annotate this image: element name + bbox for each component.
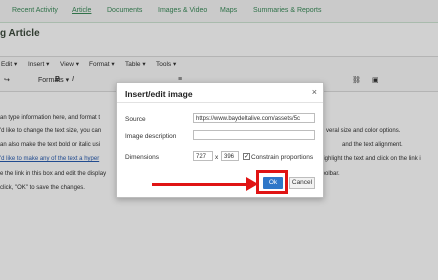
description-label: Image description xyxy=(125,133,177,140)
insert-image-dialog: Insert/edit image × Source https://www.b… xyxy=(116,82,324,198)
description-input[interactable] xyxy=(193,130,315,140)
height-input[interactable]: 396 xyxy=(221,151,239,161)
dialog-title: Insert/edit image xyxy=(125,89,193,99)
dimension-separator: x xyxy=(215,154,219,161)
source-label: Source xyxy=(125,116,146,123)
constrain-checkbox[interactable]: ✓ xyxy=(243,153,250,160)
cancel-button[interactable]: Cancel xyxy=(289,177,315,189)
dialog-divider xyxy=(117,102,323,103)
width-input[interactable]: 727 xyxy=(193,151,213,161)
ok-highlight-box xyxy=(256,170,288,194)
arrow-head-icon xyxy=(246,177,258,191)
source-input[interactable]: https://www.baydeltalive.com/assets/5c xyxy=(193,113,315,123)
constrain-label: Constrain proportions xyxy=(251,154,314,161)
dimensions-label: Dimensions xyxy=(125,154,159,161)
annotation-arrow xyxy=(152,183,250,186)
close-icon[interactable]: × xyxy=(312,87,317,97)
